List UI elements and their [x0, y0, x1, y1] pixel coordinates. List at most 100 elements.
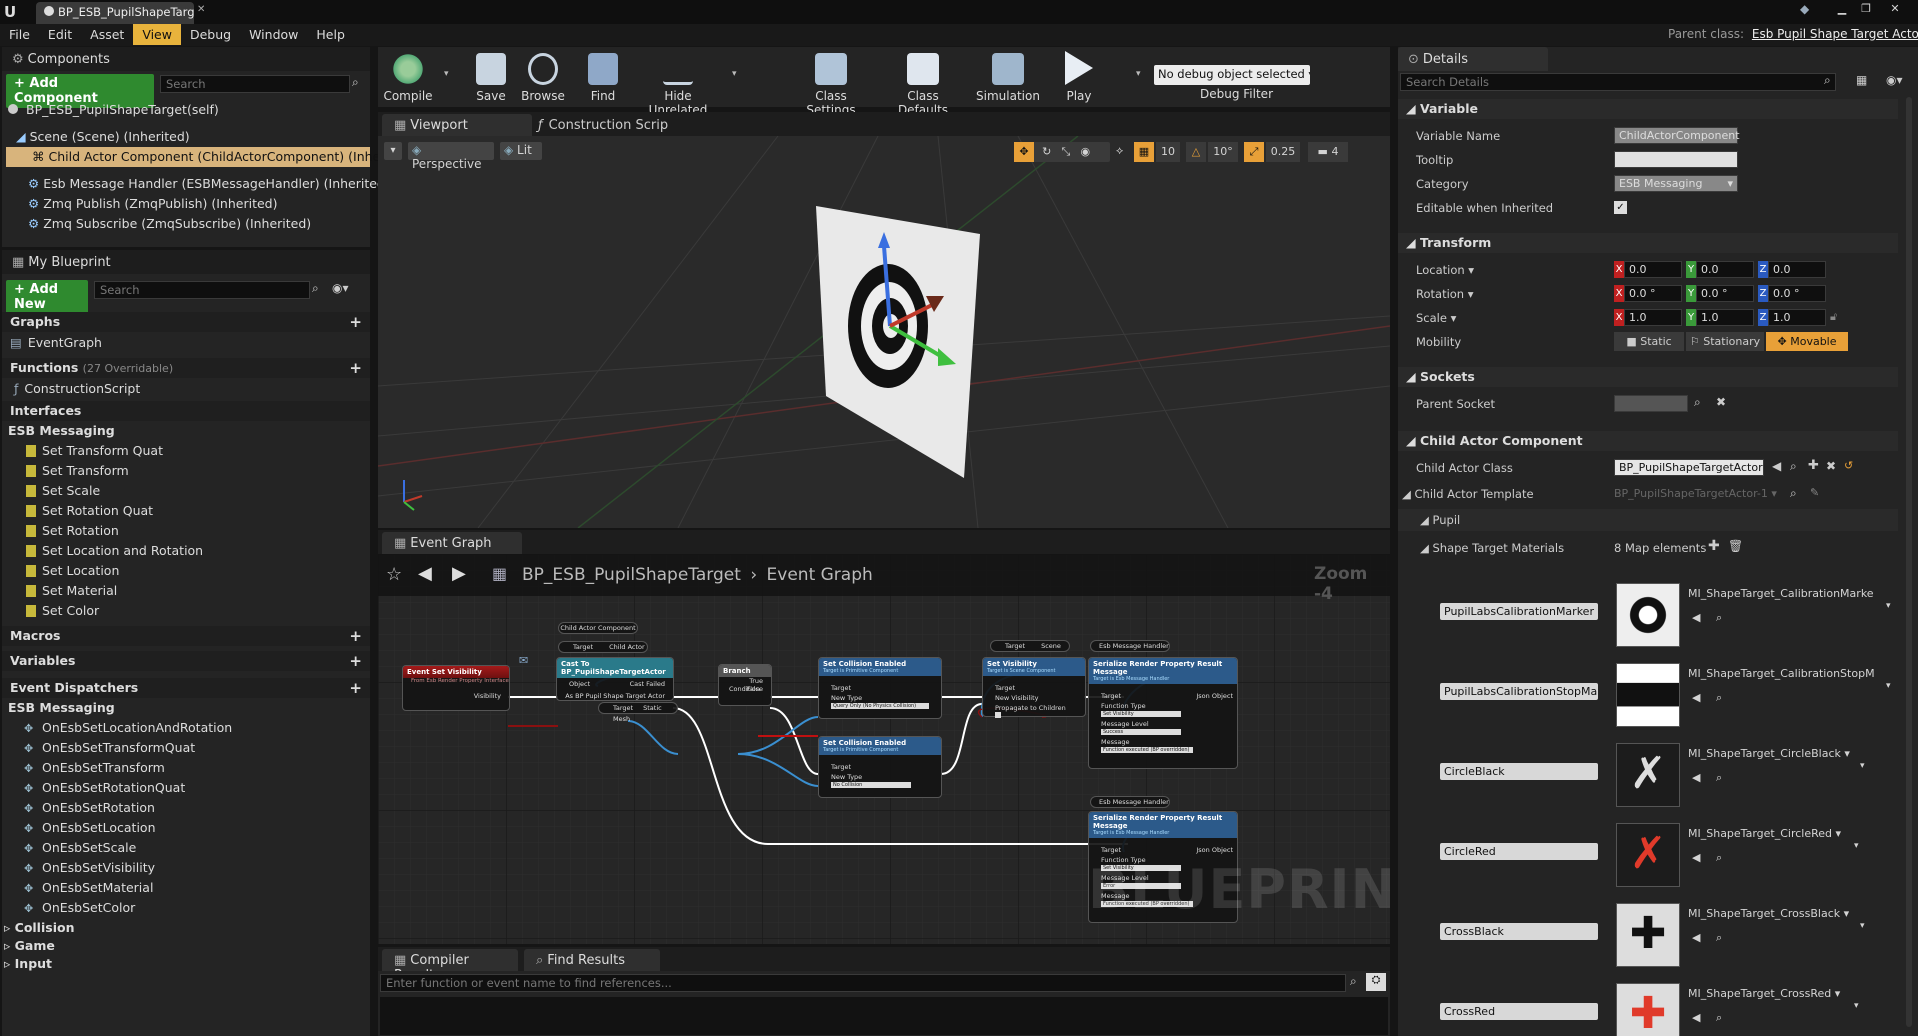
sockets-section[interactable]: ◢ Sockets — [1398, 367, 1898, 387]
clear-class-icon[interactable]: ✖ — [1826, 459, 1836, 473]
component-zmq-subscribe[interactable]: ⚙ Zmq Subscribe (ZmqSubscribe) (Inherited… — [28, 214, 311, 234]
material-key-input[interactable]: CircleRed — [1440, 843, 1598, 860]
class-settings-button[interactable]: Class Settings — [790, 47, 872, 117]
find-in-all-blueprints-icon[interactable]: ⛭ — [1366, 973, 1386, 991]
add-dispatcher-icon[interactable]: + — [349, 678, 362, 698]
use-selected-arrow-icon[interactable]: ◀ — [1692, 691, 1700, 704]
material-key-input[interactable]: PupilLabsCalibrationMarker — [1440, 603, 1598, 620]
entry-options-icon[interactable]: ▾ — [1886, 681, 1891, 691]
use-selected-arrow-icon[interactable]: ◀ — [1692, 931, 1700, 944]
node-serialize-1[interactable]: Serialize Render Property Result Message… — [1088, 657, 1238, 769]
tooltip-input[interactable] — [1614, 151, 1738, 168]
category-input[interactable]: ▹ Input — [4, 954, 52, 974]
menu-view[interactable]: View — [133, 24, 181, 45]
node-get-scene[interactable]: Target Scene — [990, 640, 1070, 652]
dispatchers-group[interactable]: ESB Messaging — [8, 698, 115, 718]
dispatcher-item[interactable]: ✥ OnEsbSetTransformQuat — [24, 738, 364, 758]
rotate-mode-icon[interactable]: ↻ — [1042, 145, 1051, 158]
node-set-collision-1[interactable]: Set Collision Enabled Target is Primitive… — [818, 657, 942, 719]
scale-snap-value[interactable]: 0.25 — [1266, 142, 1300, 162]
tab-construction-script[interactable]: ƒ Construction Scrip — [538, 118, 668, 133]
material-select[interactable]: MI_ShapeTarget_CrossBlack ▾ — [1688, 907, 1874, 920]
child-actor-class-select[interactable]: BP_PupilShapeTargetActor ▾ — [1614, 459, 1764, 476]
rotation-snap-toggle[interactable]: △ — [1186, 142, 1206, 162]
viewport-options-button[interactable]: ▾ — [384, 142, 402, 160]
close-tab-icon[interactable]: ✕ — [197, 4, 205, 15]
entry-options-icon[interactable]: ▾ — [1860, 921, 1865, 931]
node-set-visibility[interactable]: Set Visibility Target is Scene Component … — [982, 657, 1086, 718]
add-macro-icon[interactable]: + — [349, 626, 362, 646]
menu-window[interactable]: Window — [240, 24, 307, 45]
graphs-section[interactable]: Graphs + — [2, 312, 370, 332]
rotation-label[interactable]: Rotation ▾ — [1416, 287, 1474, 301]
node-event-set-visibility[interactable]: Event Set Visibility From Esb Render Pro… — [402, 654, 528, 711]
material-key-input[interactable]: CrossBlack — [1440, 923, 1598, 940]
browse-class-icon[interactable]: ⌕ — [1790, 459, 1797, 474]
dispatcher-item[interactable]: ✥ OnEsbSetRotationQuat — [24, 778, 364, 798]
browse-template-icon[interactable]: ⌕ — [1790, 486, 1797, 501]
blueprint-search-input[interactable]: Search — [94, 281, 310, 299]
material-key-input[interactable]: CrossRed — [1440, 1003, 1598, 1020]
menu-asset[interactable]: Asset — [81, 24, 133, 45]
property-matrix-icon[interactable]: ▦ — [1856, 73, 1867, 87]
material-key-input[interactable]: CircleBlack — [1440, 763, 1598, 780]
dispatcher-item[interactable]: ✥ OnEsbSetLocation — [24, 818, 364, 838]
add-graph-icon[interactable]: + — [349, 312, 362, 332]
location-label[interactable]: Location ▾ — [1416, 263, 1474, 277]
entry-options-icon[interactable]: ▾ — [1854, 841, 1859, 851]
node-get-static-mesh[interactable]: Target Static Mesh — [598, 702, 678, 723]
editable-inherited-checkbox[interactable]: ✓ — [1614, 201, 1627, 214]
search-icon[interactable]: ⌕ — [312, 281, 319, 296]
menu-edit[interactable]: Edit — [39, 24, 81, 45]
browse-material-icon[interactable]: ⌕ — [1716, 851, 1722, 865]
material-select[interactable]: MI_ShapeTarget_CircleRed ▾ — [1688, 827, 1874, 840]
class-defaults-button[interactable]: Class Defaults — [882, 47, 964, 117]
menu-file[interactable]: File — [0, 24, 39, 45]
rotation-z-input[interactable]: 0.0 ° — [1768, 285, 1826, 302]
interface-fn-item[interactable]: Set Scale — [26, 481, 366, 501]
rotation-x-input[interactable]: 0.0 ° — [1624, 285, 1682, 302]
pupil-group-row[interactable]: ◢ Pupil — [1398, 509, 1898, 531]
use-selected-arrow-icon[interactable]: ◀ — [1692, 611, 1700, 624]
components-search-input[interactable]: Search — [160, 75, 350, 93]
entry-options-icon[interactable]: ▾ — [1860, 761, 1865, 771]
play-button[interactable]: Play — [1054, 47, 1104, 103]
camera-speed-button[interactable]: ▬ 4 — [1308, 142, 1348, 162]
interface-fn-item[interactable]: Set Rotation Quat — [26, 501, 366, 521]
node-set-collision-2[interactable]: Set Collision Enabled Target is Primitive… — [818, 736, 942, 798]
material-thumbnail[interactable]: ✚ — [1616, 903, 1680, 967]
use-selected-arrow-icon[interactable]: ◀ — [1772, 459, 1781, 473]
compile-button[interactable]: Compile — [380, 47, 436, 103]
interface-fn-item[interactable]: Set Location and Rotation — [26, 541, 366, 561]
debug-object-select[interactable]: No debug object selected ▾ — [1154, 65, 1310, 85]
edit-template-icon[interactable]: ✎ — [1810, 486, 1819, 499]
node-child-actor-component[interactable]: Child Actor Component — [558, 622, 638, 634]
esb-messaging-group[interactable]: ESB Messaging — [8, 421, 115, 441]
child-actor-component-section[interactable]: ◢ Child Actor Component — [1398, 431, 1898, 451]
parent-socket-input[interactable] — [1614, 395, 1688, 412]
mobility-movable-button[interactable]: ✥ Movable — [1766, 332, 1848, 351]
pin-visibility[interactable]: Visibility — [403, 692, 509, 700]
minimize-button[interactable]: ▁ — [1832, 2, 1852, 16]
lock-scale-icon[interactable]: 🔓︎ — [1830, 310, 1837, 324]
category-game[interactable]: ▹ Game — [4, 936, 55, 956]
material-select[interactable]: MI_ShapeTarget_CircleBlack ▾ — [1688, 747, 1874, 760]
material-thumbnail[interactable]: ✚ — [1616, 983, 1680, 1036]
use-selected-arrow-icon[interactable]: ◀ — [1692, 771, 1700, 784]
details-scrollbar[interactable] — [1906, 97, 1912, 1027]
interface-fn-item[interactable]: Set Color — [26, 601, 366, 621]
component-child-actor[interactable]: ⌘ Child Actor Component (ChildActorCompon… — [6, 147, 414, 167]
transform-section[interactable]: ◢ Transform — [1398, 233, 1898, 253]
component-zmq-publish[interactable]: ⚙ Zmq Publish (ZmqPublish) (Inherited) — [28, 194, 277, 214]
details-search-input[interactable]: Search Details — [1400, 73, 1836, 91]
materials-expander[interactable]: ◢ Shape Target Materials — [1420, 541, 1564, 555]
node-cast[interactable]: Cast To BP_PupilShapeTargetActor Object C… — [556, 657, 674, 701]
dispatcher-item[interactable]: ✥ OnEsbSetTransform — [24, 758, 364, 778]
tab-event-graph[interactable]: ▦ Event Graph — [382, 532, 522, 555]
material-thumbnail[interactable]: ✗ — [1616, 743, 1680, 807]
add-new-button[interactable]: + Add New — [6, 280, 88, 314]
interface-fn-item[interactable]: Set Transform — [26, 461, 366, 481]
hide-unrelated-options-icon[interactable]: ▾ — [732, 69, 737, 79]
functions-section[interactable]: Functions (27 Overridable) + — [2, 358, 370, 378]
scale-y-input[interactable]: 1.0 — [1696, 309, 1754, 326]
